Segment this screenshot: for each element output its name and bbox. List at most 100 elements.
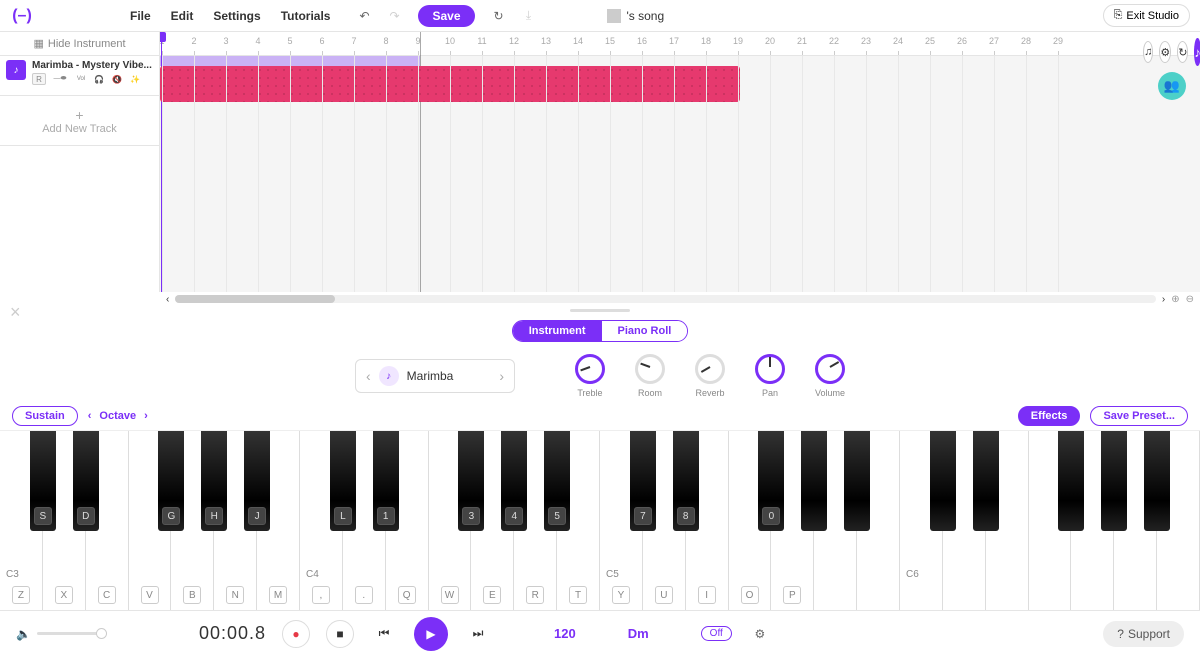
support-button[interactable]: ? Support <box>1103 621 1184 647</box>
black-key[interactable]: L <box>330 431 356 531</box>
record-arm-button[interactable]: R <box>32 73 46 85</box>
track-header[interactable]: ♪ Marimba - Mystery Vibe... R —⬬ Vol 🎧 🔇… <box>0 56 159 96</box>
menu-settings[interactable]: Settings <box>213 9 260 23</box>
timeline-ruler[interactable]: 1234567891011121314151617181920212223242… <box>160 32 1200 56</box>
black-key[interactable] <box>801 431 827 531</box>
menu-tutorials[interactable]: Tutorials <box>281 9 331 23</box>
fab-collaborate-icon[interactable]: 👥 <box>1158 72 1186 100</box>
scroll-left-icon[interactable]: ‹ <box>166 294 169 305</box>
instrument-selector[interactable]: ‹ ♪ Marimba › <box>355 359 515 393</box>
download-icon[interactable]: ⤓ <box>521 8 537 24</box>
scrollbar-track[interactable] <box>175 295 1156 303</box>
timeline-canvas[interactable]: 1234567891011121314151617181920212223242… <box>160 32 1200 292</box>
black-key[interactable]: 7 <box>630 431 656 531</box>
exit-studio-button[interactable]: ⎘ Exit Studio <box>1103 4 1190 27</box>
key-signature[interactable]: Dm <box>628 626 649 641</box>
keyboard-hint: X <box>55 586 73 604</box>
black-key[interactable] <box>930 431 956 531</box>
ruler-tick: 6 <box>319 36 324 46</box>
black-key[interactable]: 3 <box>458 431 484 531</box>
ruler-tick: 3 <box>223 36 228 46</box>
knob-room[interactable]: Room <box>635 354 665 398</box>
menu-edit[interactable]: Edit <box>171 9 194 23</box>
save-button[interactable]: Save <box>418 5 474 27</box>
piano-keyboard: C3ZXCVBNMC4,.QWERTC5YUIOPC6 SDGHJL134578… <box>0 430 1200 610</box>
octave-up-icon[interactable]: › <box>144 410 148 422</box>
menu-file[interactable]: File <box>130 9 151 23</box>
ruler-tick: 11 <box>477 36 486 46</box>
knob-volume[interactable]: Volume <box>815 354 845 398</box>
black-key[interactable]: 0 <box>758 431 784 531</box>
effects-button[interactable]: Effects <box>1018 406 1081 426</box>
track-lane[interactable] <box>160 66 1200 106</box>
metronome-toggle[interactable]: Off <box>701 626 732 641</box>
knob-label: Pan <box>762 388 778 398</box>
knob-treble[interactable]: Treble <box>575 354 605 398</box>
zoom-in-icon[interactable]: ⊕ <box>1171 294 1179 305</box>
mute-icon[interactable]: 🔇 <box>110 73 124 85</box>
black-key[interactable] <box>1058 431 1084 531</box>
black-key[interactable] <box>1144 431 1170 531</box>
instrument-name: Marimba <box>407 369 492 383</box>
knob-pan[interactable]: Pan <box>755 354 785 398</box>
keyboard-hint: D <box>77 507 95 525</box>
master-volume[interactable]: 🔈 <box>16 627 107 641</box>
stop-button[interactable]: ■ <box>326 620 354 648</box>
prev-instrument-icon[interactable]: ‹ <box>366 368 371 384</box>
record-button[interactable]: ● <box>282 620 310 648</box>
tab-piano-roll[interactable]: Piano Roll <box>602 321 688 341</box>
fx-icon[interactable]: ✨ <box>128 73 142 85</box>
forward-button[interactable]: ⏭ <box>464 620 492 648</box>
tab-instrument[interactable]: Instrument <box>513 321 602 341</box>
volume-slider[interactable] <box>37 632 107 635</box>
headphones-icon[interactable]: 🎧 <box>92 73 106 85</box>
black-key[interactable]: H <box>201 431 227 531</box>
sustain-button[interactable]: Sustain <box>12 406 78 426</box>
fab-settings-icon[interactable]: ⚙ <box>1159 41 1171 63</box>
undo-icon[interactable]: ↶ <box>356 8 372 24</box>
play-button[interactable]: ▶ <box>414 617 448 651</box>
timeline-scrollbar: ‹ › ⊕ ⊖ <box>0 292 1200 306</box>
black-key[interactable]: 5 <box>544 431 570 531</box>
black-key[interactable]: 8 <box>673 431 699 531</box>
metronome-settings-icon[interactable]: ⚙ <box>752 626 768 642</box>
octave-down-icon[interactable]: ‹ <box>88 410 92 422</box>
black-key[interactable] <box>973 431 999 531</box>
redo-icon[interactable]: ↷ <box>386 8 402 24</box>
scrollbar-thumb[interactable] <box>175 295 335 303</box>
app-logo[interactable]: (–) <box>10 4 34 28</box>
black-key[interactable]: 1 <box>373 431 399 531</box>
ruler-tick: 24 <box>893 36 903 46</box>
ruler-tick: 20 <box>765 36 775 46</box>
zoom-out-icon[interactable]: ⊖ <box>1186 294 1194 305</box>
keyboard-hint: 1 <box>377 507 395 525</box>
panel-drag-handle[interactable] <box>0 306 1200 314</box>
black-key[interactable]: D <box>73 431 99 531</box>
volume-thumb[interactable] <box>96 628 107 639</box>
fab-music-icon[interactable]: ♪ <box>1194 38 1200 66</box>
song-title-text: 's song <box>627 9 665 23</box>
ruler-tick: 22 <box>829 36 839 46</box>
scroll-right-icon[interactable]: › <box>1162 294 1165 305</box>
tempo-display[interactable]: 120 <box>554 626 576 641</box>
track-volume-slider[interactable]: —⬬ <box>50 73 70 85</box>
song-title[interactable]: 's song <box>607 9 665 23</box>
black-key[interactable]: G <box>158 431 184 531</box>
note-label: C6 <box>906 569 919 580</box>
hide-instrument-toggle[interactable]: ▦ Hide Instrument <box>0 32 159 56</box>
black-key[interactable] <box>1101 431 1127 531</box>
save-preset-button[interactable]: Save Preset... <box>1090 406 1188 426</box>
keyboard-hint: U <box>655 586 673 604</box>
next-instrument-icon[interactable]: › <box>499 368 504 384</box>
black-key[interactable] <box>844 431 870 531</box>
refresh-icon[interactable]: ↻ <box>491 8 507 24</box>
add-track-button[interactable]: + Add New Track <box>0 96 159 146</box>
rewind-button[interactable]: ⏮ <box>370 620 398 648</box>
keyboard-hint: 7 <box>634 507 652 525</box>
black-key[interactable]: J <box>244 431 270 531</box>
black-key[interactable]: S <box>30 431 56 531</box>
playhead-handle[interactable] <box>160 32 166 42</box>
knob-reverb[interactable]: Reverb <box>695 354 725 398</box>
close-panel-icon[interactable]: × <box>10 302 21 323</box>
black-key[interactable]: 4 <box>501 431 527 531</box>
